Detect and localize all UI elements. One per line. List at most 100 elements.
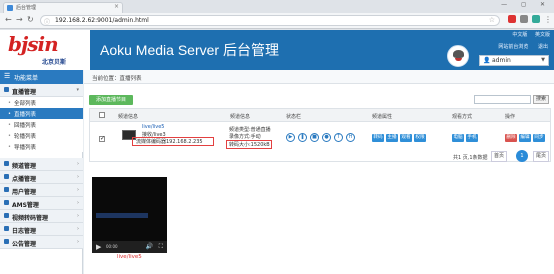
bullet-icon: • (8, 133, 11, 139)
lang-zh-link[interactable]: 中文版 (512, 32, 527, 38)
sidebar-item-carousel[interactable]: • 轮播列表 (0, 130, 83, 141)
sidebar-group-vod[interactable]: 点播管理 › (0, 171, 83, 184)
extension-icon[interactable] (532, 15, 540, 23)
tab-close-icon[interactable]: × (114, 3, 119, 10)
stop-icon[interactable]: ■ (310, 133, 319, 142)
last-page-button[interactable]: 尾页 (533, 151, 549, 162)
vod-icon (4, 174, 9, 179)
sidebar-group-label: 点播管理 (12, 176, 37, 183)
current-page[interactable]: 1 (516, 150, 528, 162)
menu-grid-icon: ☰ (4, 72, 11, 80)
search-button[interactable]: 搜索 (533, 95, 549, 104)
edit-button[interactable]: 编辑 (519, 134, 531, 142)
window-controls[interactable]: — ◻ ✕ (501, 1, 551, 8)
sidebar-item-all[interactable]: • 全部列表 (0, 97, 83, 108)
watch-pc-button[interactable]: 电脑 (452, 134, 464, 142)
brand-subtitle: 北京贝斯 (42, 59, 67, 66)
history-icon[interactable]: H (346, 133, 355, 142)
channel-name-link[interactable]: live/live5 (142, 124, 165, 130)
breadcrumb: 当前位置：直播列表 (84, 70, 554, 84)
extension-icon[interactable] (520, 15, 528, 23)
play-icon[interactable]: ▶ (286, 133, 295, 142)
sync-button[interactable]: 同步 (533, 134, 545, 142)
reload-icon[interactable]: ↻ (27, 15, 34, 24)
sidebar: ☰ 功能菜单 直播管理 ▾ • 全部列表 • 直播列表 • 回播列表 • 轮播列… (0, 70, 83, 274)
play-icon[interactable]: ▶ (96, 243, 101, 251)
menu-icon[interactable]: ⋮ (544, 15, 552, 24)
chevron-down-icon: ▾ (76, 87, 79, 93)
sidebar-item-label: 导播列表 (14, 145, 37, 151)
video-caption: live/live5 (117, 254, 142, 260)
fullscreen-icon[interactable]: ⛶ (159, 243, 163, 251)
table-header: 频道信息 频道信息 状态栏 频道属性 观看方式 操作 (89, 108, 551, 122)
tab-title: 后台管理 (16, 5, 37, 11)
user-name: admin (492, 57, 511, 64)
sidebar-group-notice[interactable]: 公告管理 › (0, 236, 83, 249)
bookmark-star-icon[interactable]: ☆ (489, 16, 495, 24)
search-input[interactable] (474, 95, 531, 104)
address-bar: ← → ↻ ⓘ 192.168.2.62:9001/admin.html ☆ ⋮ (0, 13, 554, 29)
user-dropdown[interactable]: 👤 admin ▼ (479, 55, 549, 66)
prop-transcode-button[interactable]: 转码 (372, 134, 384, 142)
frontend-link[interactable]: 网站前台浏览 (498, 44, 528, 50)
sidebar-item-director[interactable]: • 导播列表 (0, 141, 83, 152)
sidebar-item-label: 全部列表 (14, 101, 37, 107)
live-icon (4, 87, 9, 92)
pagination: 共1 页,1条数据 首页 1 尾页 (84, 150, 554, 164)
pause-icon[interactable]: ❚ (298, 133, 307, 142)
back-icon[interactable]: ← (5, 15, 12, 24)
time-icon[interactable]: T (334, 133, 343, 142)
favicon-icon (7, 5, 13, 11)
chevron-right-icon: › (77, 200, 79, 206)
col-header: 状态栏 (286, 114, 302, 120)
bullet-icon: • (8, 144, 11, 150)
header-sub-links: 网站前台浏览 退出 (490, 43, 548, 50)
sidebar-group-label: 频道管理 (12, 163, 37, 170)
row-checkbox[interactable] (99, 135, 105, 142)
chevron-right-icon: › (77, 226, 79, 232)
sidebar-item-live-list[interactable]: • 直播列表 (0, 108, 83, 119)
prop-host-button[interactable]: 主播 (386, 134, 398, 142)
chevron-right-icon: › (77, 213, 79, 219)
forward-icon[interactable]: → (16, 15, 23, 24)
record-icon[interactable]: ● (322, 133, 331, 142)
sidebar-group-ams[interactable]: AMS管理 › (0, 197, 83, 210)
video-player[interactable]: ▶ 00:00 🔊 ⛶ (92, 177, 167, 253)
col-header: 频道信息 (118, 114, 139, 120)
sidebar-menu: 直播管理 ▾ • 全部列表 • 直播列表 • 回播列表 • 轮播列表 • 导播列… (0, 84, 83, 249)
delete-button[interactable]: 删除 (505, 134, 517, 142)
browser-tab[interactable]: 后台管理 × (3, 2, 123, 13)
transcode-icon (4, 213, 9, 218)
sidebar-item-replay[interactable]: • 回播列表 (0, 119, 83, 130)
user-icon: 👤 (483, 57, 491, 64)
prop-watch-button[interactable]: 观看 (400, 134, 412, 142)
app-header: bjsin 北京贝斯 Aoku Media Server 后台管理 中文版 英文… (0, 30, 554, 70)
sidebar-title: 功能菜单 (14, 75, 39, 82)
bullet-icon: • (8, 111, 11, 117)
video-controls: ▶ 00:00 🔊 ⛶ (92, 241, 167, 253)
sidebar-group-live[interactable]: 直播管理 ▾ (0, 84, 83, 97)
sidebar-group-channel[interactable]: 频道管理 › (0, 158, 83, 171)
sidebar-group-transcode[interactable]: 视频转码管理 › (0, 210, 83, 223)
watch-mobile-button[interactable]: 手机 (466, 134, 478, 142)
sidebar-group-logs[interactable]: 日志管理 › (0, 223, 83, 236)
notice-icon (4, 239, 9, 244)
prop-permission-button[interactable]: 权限 (414, 134, 426, 142)
users-icon (4, 187, 9, 192)
add-live-button[interactable]: 添加直播节目 (89, 95, 133, 105)
logout-link[interactable]: 退出 (538, 44, 548, 50)
url-input[interactable]: ⓘ 192.168.2.62:9001/admin.html ☆ (40, 15, 500, 26)
extension-icon[interactable] (508, 15, 516, 23)
sidebar-item-label: 直播列表 (14, 112, 37, 118)
sidebar-group-label: 公告管理 (12, 241, 37, 248)
volume-icon[interactable]: 🔊 (146, 243, 153, 250)
select-all-checkbox[interactable] (99, 112, 105, 118)
lang-en-link[interactable]: 英文版 (535, 32, 550, 38)
sidebar-item-label: 轮播列表 (14, 134, 37, 140)
ams-icon (4, 200, 9, 205)
first-page-button[interactable]: 首页 (491, 151, 507, 162)
avatar[interactable] (447, 45, 469, 67)
url-text: 192.168.2.62:9001/admin.html (55, 17, 149, 24)
sidebar-group-users[interactable]: 用户管理 › (0, 184, 83, 197)
page-info-icon[interactable]: ⓘ (44, 17, 50, 26)
